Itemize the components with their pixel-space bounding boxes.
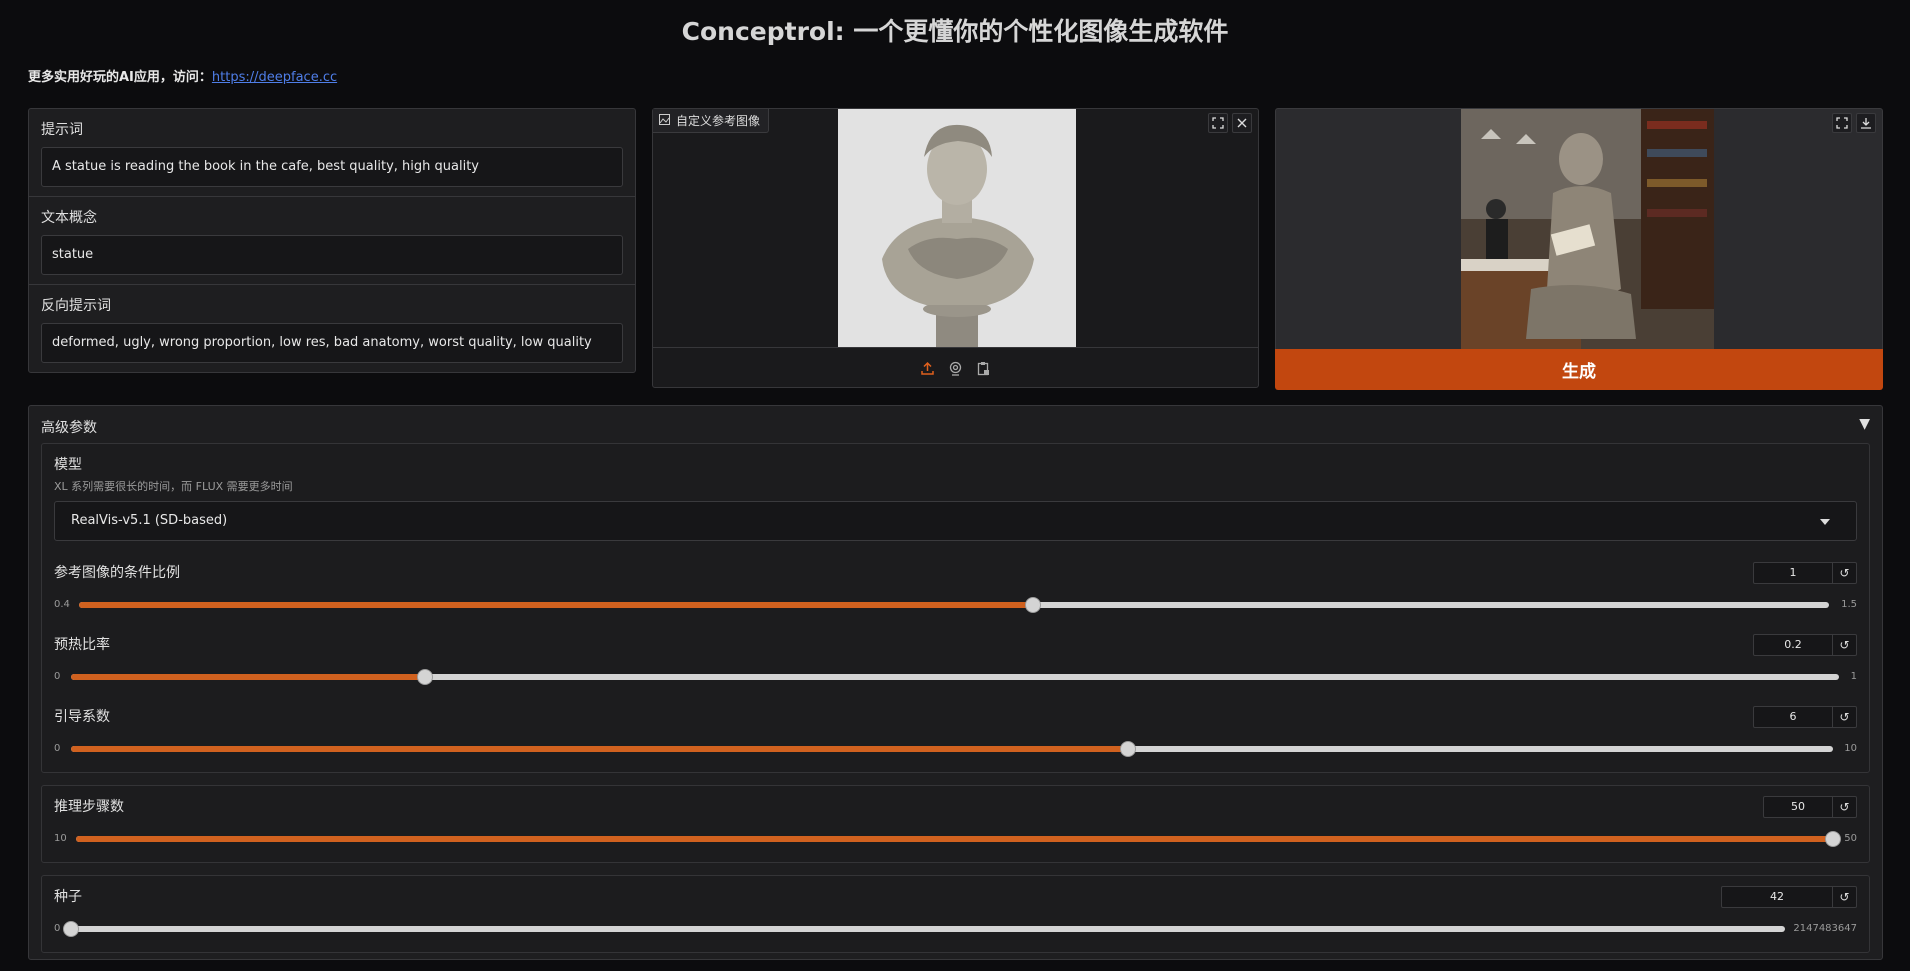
param-group-seed: 种子 42 ↺ 0 2147483647 [41,875,1870,953]
steps-label: 推理步骤数 [54,799,124,815]
promo-link[interactable]: https://deepface.cc [212,70,337,85]
slider-thumb[interactable] [416,669,433,685]
output-image[interactable] [1461,109,1714,349]
guidance-number-input[interactable]: 6 [1753,706,1833,728]
advanced-params-title[interactable]: 高级参数 [41,417,97,437]
slider-max-label: 1 [1850,671,1857,682]
param-group-steps: 推理步骤数 50 ↺ 10 50 [41,785,1870,863]
seed-label: 种子 [54,889,82,905]
guidance-label: 引导系数 [54,709,110,725]
warmup-ratio-number-input[interactable]: 0.2 [1753,634,1833,656]
slider-thumb[interactable] [63,921,79,937]
slider-thumb[interactable] [1825,831,1841,847]
reset-icon[interactable]: ↺ [1833,562,1857,584]
model-selected-value: RealVis-v5.1 (SD-based) [71,513,228,528]
generate-button[interactable]: 生成 [1275,349,1883,390]
seed-slider[interactable] [63,921,1785,937]
slider-max-label: 2147483647 [1793,923,1857,934]
slider-thumb[interactable] [1024,597,1041,613]
guidance-slider[interactable] [71,741,1833,757]
reference-image-label: 自定义参考图像 [653,109,770,133]
slider-min-label: 0 [54,923,61,934]
cond-scale-slider[interactable] [79,597,1829,613]
model-select[interactable]: RealVis-v5.1 (SD-based) [54,501,1857,541]
reference-label-text: 自定义参考图像 [676,113,761,128]
model-label: 模型 [54,457,82,473]
page-title: Conceptrol: 一个更懂你的个性化图像生成软件 [681,17,1229,46]
negative-prompt-label: 反向提示词 [41,298,111,314]
reset-icon[interactable]: ↺ [1833,706,1857,728]
reset-icon[interactable]: ↺ [1833,634,1857,656]
slider-max-label: 50 [1844,833,1857,844]
negative-prompt-field: 反向提示词 deformed, ugly, wrong proportion, … [29,285,635,373]
concept-input[interactable]: statue [41,235,623,275]
slider-min-label: 0.4 [54,599,70,610]
cond-scale-label: 参考图像的条件比例 [54,565,180,581]
slider-max-label: 10 [1844,743,1857,754]
prompt-label: 提示词 [41,122,83,138]
reset-icon[interactable]: ↺ [1833,796,1857,818]
slider-fill [71,674,425,680]
prompt-panel: 提示词 A statue is reading the book in the … [28,108,636,373]
chevron-down-icon [1820,519,1830,525]
cond-scale-number-input[interactable]: 1 [1753,562,1833,584]
close-icon[interactable] [1232,113,1252,133]
negative-prompt-input[interactable]: deformed, ugly, wrong proportion, low re… [41,323,623,363]
slider-min-label: 0 [54,743,61,754]
prompt-input[interactable]: A statue is reading the book in the cafe… [41,147,623,187]
clipboard-icon[interactable] [976,360,992,376]
reference-image[interactable] [838,109,1076,347]
output-corner-buttons [1832,113,1876,133]
output-panel: 生成 [1275,108,1883,390]
promo-text: 更多实用好玩的AI应用，访问： [28,70,212,85]
seed-number-input[interactable]: 42 [1721,886,1833,908]
statue-reading-image [1461,109,1714,349]
slider-min-label: 0 [54,671,61,682]
slider-max-label: 1.5 [1841,599,1857,610]
model-info: XL 系列需要很长的时间，而 FLUX 需要更多时间 [54,480,293,493]
prompt-field: 提示词 A statue is reading the book in the … [29,109,635,197]
fullscreen-icon[interactable] [1208,113,1228,133]
concept-field: 文本概念 statue [29,197,635,285]
concept-label: 文本概念 [41,210,97,226]
promo-line: 更多实用好玩的AI应用，访问：https://deepface.cc [28,66,337,85]
reference-image-panel: 自定义参考图像 [652,108,1259,388]
advanced-params-panel: 高级参数 ▼ 模型 XL 系列需要很长的时间，而 FLUX 需要更多时间 Rea… [28,405,1883,960]
steps-number-input[interactable]: 50 [1763,796,1833,818]
fullscreen-icon[interactable] [1832,113,1852,133]
image-icon [659,109,670,133]
slider-min-label: 10 [54,833,67,844]
steps-slider[interactable] [76,831,1841,847]
webcam-icon[interactable] [948,360,964,376]
slider-fill [79,602,1033,608]
param-group-main: 模型 XL 系列需要很长的时间，而 FLUX 需要更多时间 RealVis-v5… [41,443,1870,773]
slider-fill [76,836,1833,842]
slider-thumb[interactable] [1120,741,1137,757]
slider-fill [71,746,1129,752]
reset-icon[interactable]: ↺ [1833,886,1857,908]
reference-toolbar [653,347,1258,388]
reference-corner-buttons [1208,113,1252,133]
collapse-toggle-icon[interactable]: ▼ [1859,416,1870,432]
upload-icon[interactable] [920,360,936,376]
warmup-ratio-label: 预热比率 [54,637,110,653]
statue-bust-image [838,109,1076,347]
download-icon[interactable] [1856,113,1876,133]
warmup-ratio-slider[interactable] [71,669,1839,685]
